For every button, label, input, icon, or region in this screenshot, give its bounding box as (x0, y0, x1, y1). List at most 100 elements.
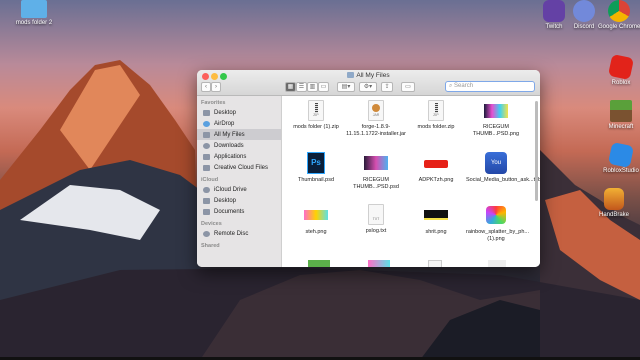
sidebar-item-icloud-drive[interactable]: iCloud Drive (197, 184, 281, 195)
file-item[interactable]: ZIP mods folder (1).zip (286, 100, 346, 131)
file-grid: ZIP mods folder (1).zip JAR forge-1.8.9-… (282, 96, 540, 267)
roblox-studio-icon (607, 141, 635, 169)
desktop-icon-roblox-studio[interactable]: RobloxStudio (602, 141, 640, 174)
file-name: shrit.png (425, 229, 447, 235)
file-item[interactable]: RICEGUM THUMB...PSD.png (466, 100, 526, 137)
desktop-icon-google-chrome[interactable]: Google Chrome (598, 0, 640, 30)
forward-button[interactable]: › (211, 82, 221, 92)
file-name: ADPKTzh.png (418, 177, 454, 183)
desktop-icon-label: HandBrake (598, 212, 630, 218)
desktop-icon-label: Discord (573, 24, 595, 30)
desktop-icon-roblox[interactable]: Roblox (606, 53, 636, 86)
sidebar-section-icloud: iCloud (201, 177, 219, 183)
image-thumbnail-icon (346, 152, 406, 174)
file-item-partial[interactable] (428, 260, 442, 267)
file-name: mods folder (1).zip (293, 124, 339, 130)
desktop-icon (203, 109, 210, 116)
desktop-icon-label: RobloxStudio (603, 168, 639, 174)
sidebar-item-desktop[interactable]: Desktop (197, 107, 281, 118)
sidebar-item-documents[interactable]: Documents (197, 206, 281, 217)
file-name: RICEGUM THUMB...PSD.psd (353, 177, 399, 190)
downloads-icon (203, 142, 210, 149)
all-files-icon (203, 131, 210, 138)
file-item[interactable]: shrit.png (406, 204, 466, 236)
gallery-view-button[interactable]: ▭ (318, 82, 329, 92)
sidebar: Favorites Desktop AirDrop All My Files D… (197, 96, 282, 267)
youtube-icon: You (466, 152, 526, 174)
handbrake-icon (604, 188, 624, 210)
file-item[interactable]: ADPKTzh.png (406, 152, 466, 184)
desktop-icon-minecraft[interactable]: Minecraft (604, 100, 638, 130)
zip-file-icon: ZIP (286, 100, 346, 121)
sidebar-section-shared: Shared (201, 243, 220, 249)
sidebar-section-devices: Devices (201, 221, 222, 227)
image-thumbnail-icon (406, 152, 466, 174)
file-item[interactable]: rainbow_splatter_by_ph...(1).png (466, 204, 529, 242)
file-name: mods folder.zip (417, 124, 455, 130)
folder-icon (347, 72, 355, 78)
list-view-button[interactable]: ☰ (296, 82, 307, 92)
desktop-icon-discord[interactable]: Discord (570, 0, 598, 30)
airdrop-icon (203, 120, 210, 127)
sidebar-item-creative-cloud[interactable]: Creative Cloud Files (197, 162, 281, 173)
tags-button[interactable]: ▭ (401, 82, 415, 92)
file-name: pslog.txt (365, 228, 387, 234)
search-icon: ⌕ (449, 83, 453, 89)
chrome-icon (608, 0, 630, 22)
file-item[interactable]: steh.png (286, 204, 346, 236)
file-item[interactable]: JAR forge-1.8.9-11.15.1.1722-installer.j… (346, 100, 406, 137)
sidebar-item-icloud-desktop[interactable]: Desktop (197, 195, 281, 206)
folder-icon (203, 208, 210, 215)
applications-icon (203, 153, 210, 160)
file-name: forge-1.8.9-11.15.1.1722-installer.jar (346, 124, 406, 137)
column-view-button[interactable]: ▥ (307, 82, 318, 92)
sidebar-item-downloads[interactable]: Downloads (197, 140, 281, 151)
sidebar-item-remote-disc[interactable]: Remote Disc (197, 228, 281, 239)
sidebar-section-favorites: Favorites (201, 100, 226, 106)
finder-window: All My Files ‹ › ▦ ☰ ▥ ▭ ▤▾ ⚙▾ ⇪ ▭ ⌕ Sea… (197, 70, 540, 267)
share-button[interactable]: ⇪ (381, 82, 393, 92)
file-item[interactable]: TXT pslog.txt (346, 204, 406, 235)
file-item[interactable]: Ps Thumbnail.psd (286, 152, 346, 184)
file-item-partial[interactable] (308, 260, 330, 267)
photoshop-file-icon: Ps (286, 152, 346, 174)
image-thumbnail-icon (466, 204, 526, 226)
window-title: All My Files (197, 72, 540, 79)
folder-icon (203, 164, 210, 171)
action-gear-button[interactable]: ⚙▾ (359, 82, 377, 92)
image-thumbnail-icon (406, 204, 466, 226)
jar-file-icon: JAR (346, 100, 406, 121)
desktop-icon-mods-folder-2[interactable]: mods folder 2 (12, 0, 56, 26)
file-item[interactable]: You Social_Media_button_ask...tube.png (466, 152, 540, 184)
desktop-icon-handbrake[interactable]: HandBrake (594, 188, 634, 218)
file-item-partial[interactable] (368, 260, 390, 267)
icon-view-button[interactable]: ▦ (285, 82, 296, 92)
file-item[interactable]: ZIP mods folder.zip (406, 100, 466, 131)
file-name: steh.png (305, 229, 327, 235)
roblox-icon (607, 53, 635, 81)
vertical-scrollbar[interactable] (535, 101, 538, 201)
file-item-partial[interactable] (488, 260, 506, 267)
desktop-icon-label: Google Chrome (598, 24, 640, 30)
search-input[interactable]: ⌕ Search (445, 81, 535, 92)
title-bar[interactable]: All My Files ‹ › ▦ ☰ ▥ ▭ ▤▾ ⚙▾ ⇪ ▭ ⌕ Sea… (197, 70, 540, 96)
folder-icon (203, 197, 210, 204)
desktop-icon-label: Roblox (611, 80, 631, 86)
file-name: RICEGUM THUMB...PSD.png (472, 124, 520, 137)
arrange-button[interactable]: ▤▾ (337, 82, 355, 92)
desktop-icon-label: Minecraft (608, 124, 634, 130)
desktop-icon-label: Twitch (545, 24, 563, 30)
sidebar-item-applications[interactable]: Applications (197, 151, 281, 162)
desktop-icon-twitch[interactable]: Twitch (538, 0, 570, 30)
back-button[interactable]: ‹ (201, 82, 211, 92)
image-thumbnail-icon (286, 204, 346, 226)
sidebar-item-airdrop[interactable]: AirDrop (197, 118, 281, 129)
image-thumbnail-icon (466, 100, 526, 121)
file-name: Social_Media_button_ask...tube.png (466, 177, 540, 183)
file-item[interactable]: RICEGUM THUMB...PSD.psd (346, 152, 406, 190)
twitch-icon (543, 0, 565, 22)
cloud-icon (203, 186, 210, 193)
zip-file-icon: ZIP (406, 100, 466, 121)
sidebar-item-all-my-files[interactable]: All My Files (197, 129, 281, 140)
disc-icon (203, 230, 210, 237)
